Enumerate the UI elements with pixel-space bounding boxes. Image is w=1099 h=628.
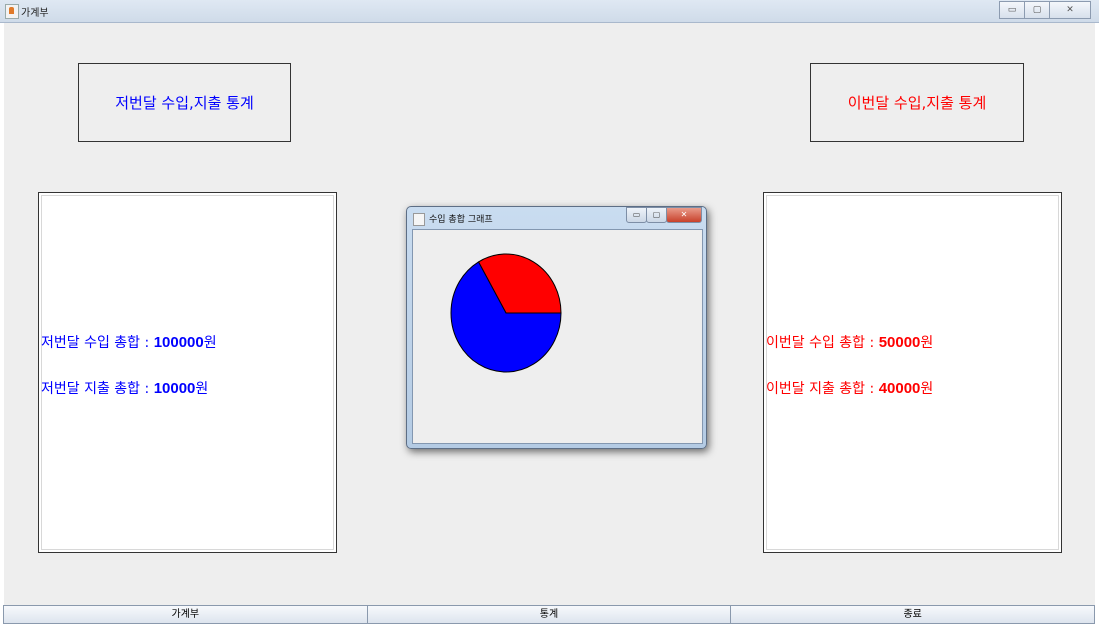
this-month-header-label: 이번달 수입,지출 통계: [847, 94, 987, 112]
dialog-title: 수입 총합 그래프: [429, 215, 493, 225]
maximize-button[interactable]: ▢: [1024, 1, 1050, 19]
this-month-income-unit: 원: [920, 335, 934, 351]
dialog-app-icon: [413, 213, 425, 226]
last-month-expense-unit: 원: [195, 381, 209, 397]
this-month-panel: 이번달 수입 총합 : 50000원 이번달 지출 총합 : 40000원: [763, 192, 1062, 553]
last-month-expense-value: 10000: [153, 380, 196, 397]
window-controls: ▭ ▢ ✕: [999, 1, 1091, 19]
this-month-expense-unit: 원: [920, 381, 934, 397]
this-month-panel-inner: [766, 195, 1059, 550]
java-app-icon: [5, 4, 19, 19]
last-month-expense-stat: 저번달 지출 총합 : 10000원: [41, 378, 208, 398]
this-month-income-label: 이번달 수입 총합 :: [766, 335, 879, 351]
this-month-expense-stat: 이번달 지출 총합 : 40000원: [766, 378, 933, 398]
last-month-panel: 저번달 수입 총합 : 100000원 저번달 지출 총합 : 10000원: [38, 192, 337, 553]
last-month-income-stat: 저번달 수입 총합 : 100000원: [41, 332, 217, 352]
dialog-controls: ▭ ▢ ✕: [626, 207, 702, 223]
this-month-income-stat: 이번달 수입 총합 : 50000원: [766, 332, 933, 352]
dialog-content: [412, 229, 703, 444]
bottom-toolbar: 가계부 통계 종료: [3, 605, 1096, 624]
dialog-minimize-button[interactable]: ▭: [626, 207, 647, 223]
this-month-expense-label: 이번달 지출 총합 :: [766, 381, 879, 397]
last-month-income-value: 100000: [153, 334, 204, 351]
minimize-button[interactable]: ▭: [999, 1, 1025, 19]
this-month-header: 이번달 수입,지출 통계: [810, 63, 1024, 142]
last-month-income-label: 저번달 수입 총합 :: [41, 335, 154, 351]
last-month-expense-label: 저번달 지출 총합 :: [41, 381, 154, 397]
income-pie-chart: [450, 253, 562, 373]
statistics-button[interactable]: 통계: [366, 605, 732, 624]
close-button[interactable]: ✕: [1049, 1, 1091, 19]
this-month-expense-value: 40000: [878, 380, 921, 397]
last-month-header: 저번달 수입,지출 통계: [78, 63, 291, 142]
last-month-income-unit: 원: [203, 335, 217, 351]
income-graph-dialog[interactable]: 수입 총합 그래프 ▭ ▢ ✕: [406, 206, 707, 449]
dialog-maximize-button[interactable]: ▢: [646, 207, 667, 223]
window-title: 가계부: [21, 8, 49, 19]
last-month-panel-inner: [41, 195, 334, 550]
exit-button[interactable]: 종료: [730, 605, 1096, 624]
dialog-close-button[interactable]: ✕: [666, 207, 702, 223]
this-month-income-value: 50000: [878, 334, 921, 351]
last-month-header-label: 저번달 수입,지출 통계: [115, 94, 254, 112]
ledger-button[interactable]: 가계부: [3, 605, 368, 624]
window-titlebar: 가계부 ▭ ▢ ✕: [0, 0, 1099, 23]
